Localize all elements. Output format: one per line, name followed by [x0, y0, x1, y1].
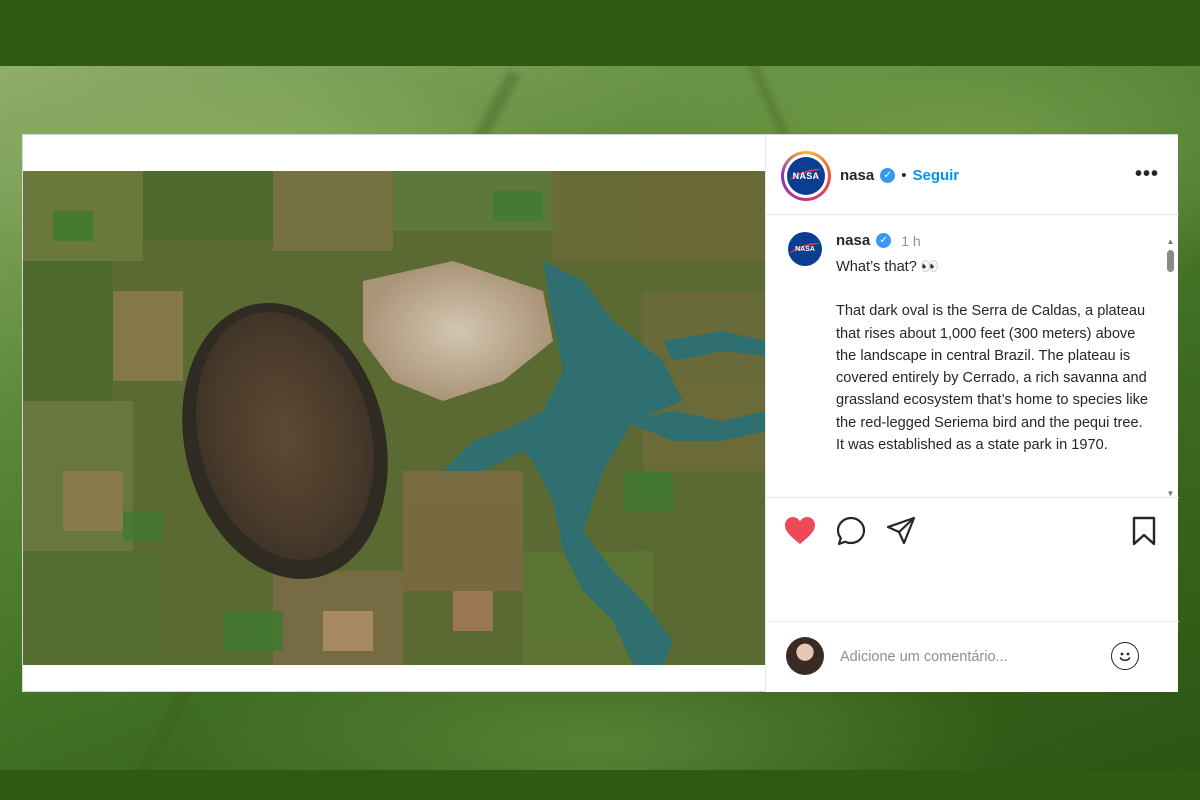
instagram-post: NASA nasa ✓ • Seguir ••• NASA nasa ✓ 1 h: [22, 134, 1179, 692]
comment-icon[interactable]: [836, 516, 866, 546]
bookmark-icon[interactable]: [1131, 516, 1161, 546]
scroll-up-icon[interactable]: ▲: [1166, 238, 1175, 246]
caption-avatar[interactable]: NASA: [788, 232, 822, 266]
post-actions: [766, 497, 1179, 557]
caption-header: nasa ✓ 1 h: [836, 232, 921, 249]
caption-area: NASA nasa ✓ 1 h What’s that? 👀 That dark…: [766, 216, 1179, 496]
commenter-avatar: [786, 637, 824, 675]
profile-avatar[interactable]: NASA: [781, 151, 831, 201]
emoji-icon[interactable]: [1111, 642, 1139, 670]
header-user-row: nasa ✓ • Seguir: [840, 167, 959, 184]
nasa-logo-icon: NASA: [787, 157, 825, 195]
comment-input[interactable]: [840, 644, 1090, 670]
comment-bar: [766, 621, 1179, 691]
caption-body: That dark oval is the Serra de Caldas, a…: [836, 303, 1149, 454]
post-sidebar: NASA nasa ✓ • Seguir ••• NASA nasa ✓ 1 h: [765, 135, 1179, 692]
header-username[interactable]: nasa: [840, 167, 874, 184]
caption-username[interactable]: nasa: [836, 232, 870, 249]
verified-badge-icon: ✓: [880, 168, 896, 183]
scroll-down-icon[interactable]: ▼: [1166, 490, 1175, 497]
separator-dot: •: [901, 167, 907, 184]
caption-scrollbar[interactable]: ▲ ▼: [1166, 238, 1175, 497]
more-options-icon[interactable]: •••: [1135, 163, 1159, 186]
heart-icon[interactable]: [784, 516, 815, 546]
caption-intro: What’s that? 👀: [836, 259, 940, 275]
follow-button[interactable]: Seguir: [912, 167, 959, 184]
background-band-top: [0, 0, 1200, 66]
post-time: 1 h: [901, 232, 921, 249]
share-icon[interactable]: [886, 516, 916, 546]
verified-badge-icon: ✓: [876, 233, 892, 248]
background-band-bottom: [0, 770, 1200, 800]
post-image-satellite: [23, 171, 765, 665]
scroll-thumb[interactable]: [1167, 250, 1174, 272]
caption-text: What’s that? 👀 That dark oval is the Ser…: [836, 256, 1154, 478]
post-header: NASA nasa ✓ • Seguir •••: [766, 135, 1179, 215]
